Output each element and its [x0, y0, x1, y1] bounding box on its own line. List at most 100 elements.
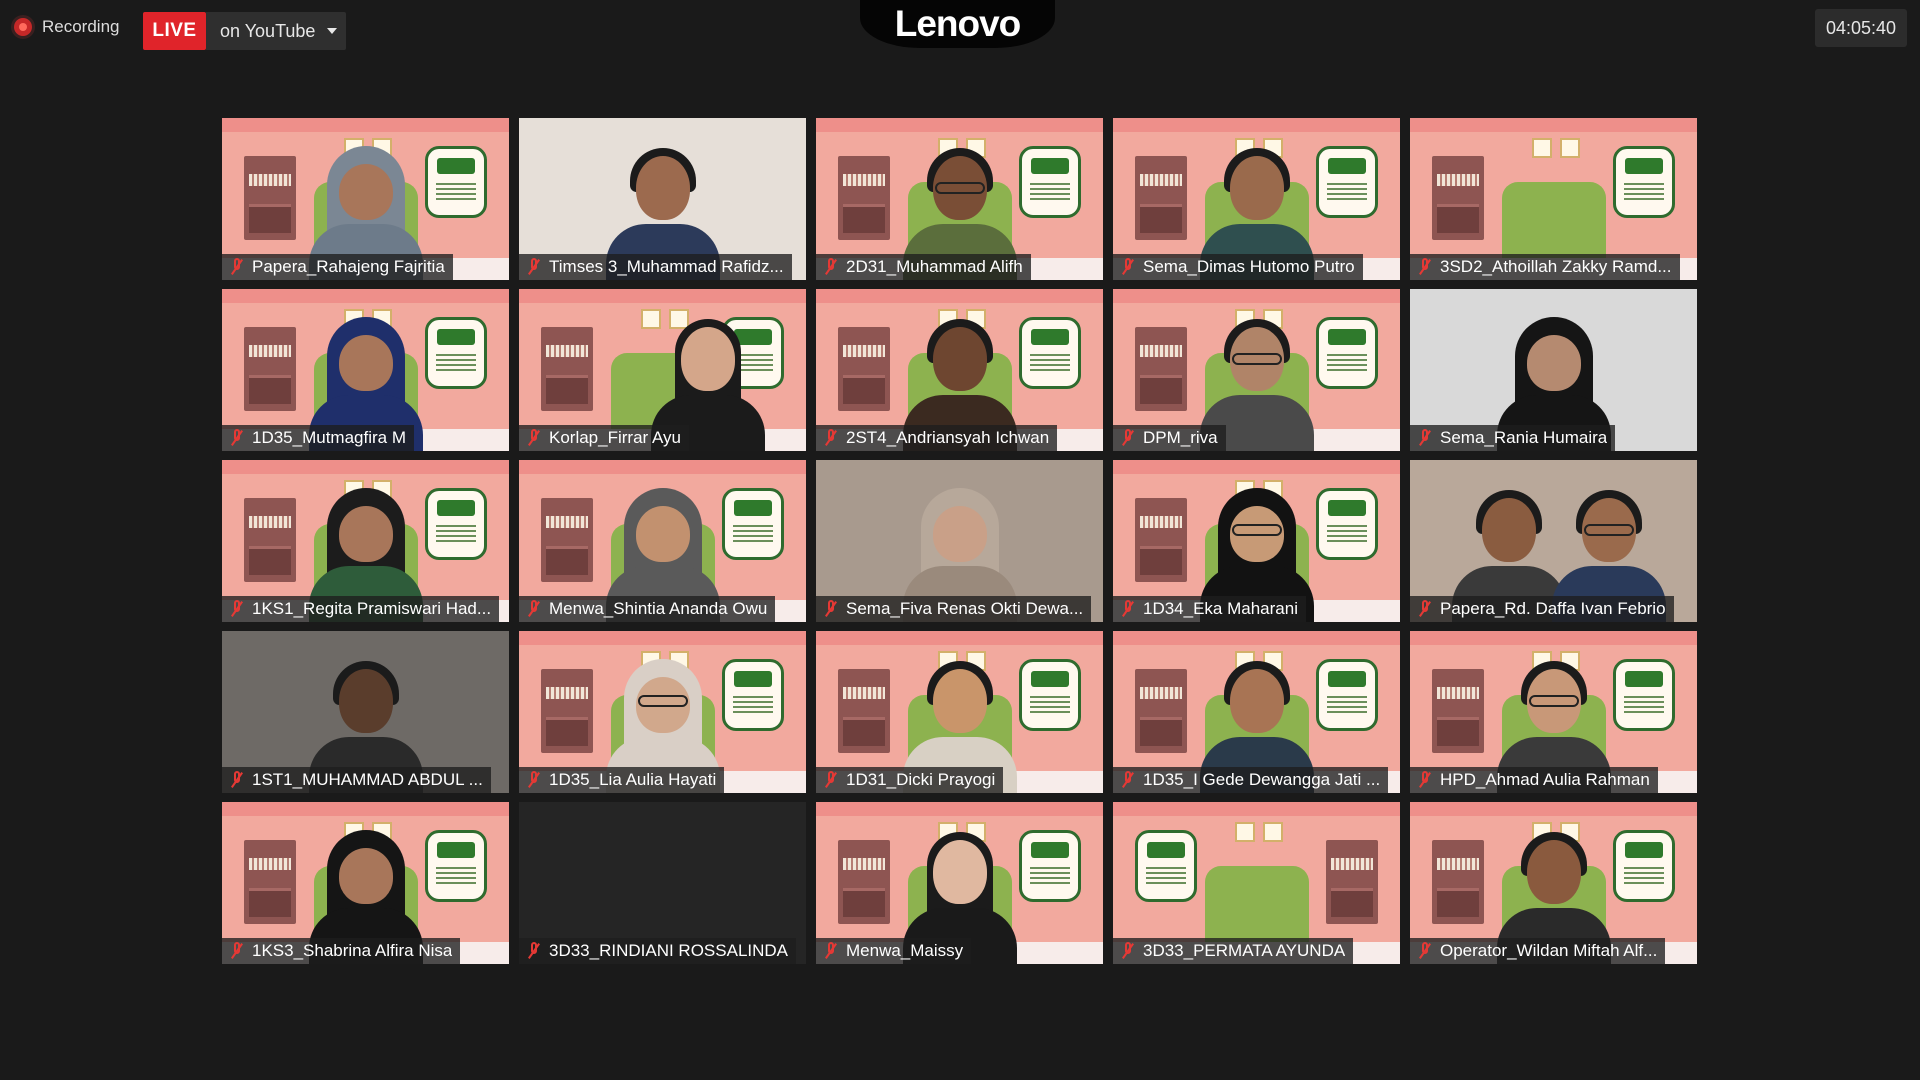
- participant-tile[interactable]: 3SD2_Athoillah Zakky Ramd...: [1410, 118, 1697, 280]
- participant-tile[interactable]: Korlap_Firrar Ayu: [519, 289, 806, 451]
- mic-muted-icon: [226, 427, 248, 449]
- virtual-background: [519, 460, 806, 474]
- participant-tile[interactable]: 3D33_RINDIANI ROSSALINDA: [519, 802, 806, 964]
- participant-tile[interactable]: 1KS1_Regita Pramiswari Had...: [222, 460, 509, 622]
- gallery-view: Papera_Rahajeng Fajritia Timses 3_Muhamm…: [222, 118, 1697, 964]
- recording-icon: [14, 18, 32, 36]
- meeting-top-bar: Recording LIVE on YouTube Lenovo 04:05:4…: [0, 0, 1920, 64]
- participant-name: 3D33_PERMATA AYUNDA: [1143, 941, 1346, 960]
- bookshelf-graphic: [1432, 840, 1484, 924]
- participant-name: 3SD2_Athoillah Zakky Ramd...: [1440, 257, 1672, 276]
- banner-graphic: [425, 830, 487, 902]
- participant-tile[interactable]: 1D35_Mutmagfira M: [222, 289, 509, 451]
- mic-muted-icon: [1117, 940, 1139, 962]
- participant-name: 1KS3_Shabrina Alfira Nisa: [252, 941, 453, 960]
- participant-name-plate: 1KS1_Regita Pramiswari Had...: [222, 596, 500, 622]
- bookshelf-graphic: [838, 156, 890, 240]
- participant-name-plate: Sema_Dimas Hutomo Putro: [1113, 254, 1363, 280]
- participant-name-plate: 3SD2_Athoillah Zakky Ramd...: [1410, 254, 1680, 280]
- participant-tile[interactable]: Papera_Rahajeng Fajritia: [222, 118, 509, 280]
- bookshelf-graphic: [838, 327, 890, 411]
- bookshelf-graphic: [244, 840, 296, 924]
- bookshelf-graphic: [1135, 327, 1187, 411]
- participant-name: 3D33_RINDIANI ROSSALINDA: [549, 941, 789, 960]
- bookshelf-graphic: [1432, 669, 1484, 753]
- bookshelf-graphic: [244, 327, 296, 411]
- participant-tile[interactable]: Timses 3_Muhammad Rafidz...: [519, 118, 806, 280]
- recording-indicator[interactable]: Recording: [14, 17, 120, 37]
- mic-muted-icon: [523, 598, 545, 620]
- mic-muted-icon: [523, 427, 545, 449]
- recording-label: Recording: [42, 17, 120, 36]
- banner-graphic: [1135, 830, 1197, 902]
- participant-tile[interactable]: 3D33_PERMATA AYUNDA: [1113, 802, 1400, 964]
- participant-tile[interactable]: Menwa_Shintia Ananda Owu: [519, 460, 806, 622]
- participant-tile[interactable]: 1D34_Eka Maharani: [1113, 460, 1400, 622]
- participant-name: HPD_Ahmad Aulia Rahman: [1440, 770, 1650, 789]
- virtual-background: [519, 631, 806, 645]
- participant-name: 2D31_Muhammad Alifh: [846, 257, 1023, 276]
- banner-graphic: [425, 488, 487, 560]
- virtual-background: [1410, 802, 1697, 816]
- mic-muted-icon: [820, 598, 842, 620]
- banner-graphic: [1613, 830, 1675, 902]
- live-stream-platform-label: on YouTube: [220, 20, 316, 41]
- mic-muted-icon: [820, 940, 842, 962]
- brand-logo: Lenovo: [860, 0, 1055, 48]
- participant-tile[interactable]: Sema_Dimas Hutomo Putro: [1113, 118, 1400, 280]
- banner-graphic: [425, 146, 487, 218]
- participant-name: DPM_riva: [1143, 428, 1218, 447]
- participant-tile[interactable]: 2ST4_Andriansyah Ichwan: [816, 289, 1103, 451]
- bookshelf-graphic: [838, 840, 890, 924]
- participant-name: 1D31_Dicki Prayogi: [846, 770, 996, 789]
- participant-tile[interactable]: Sema_Rania Humaira: [1410, 289, 1697, 451]
- participant-tile[interactable]: 1D31_Dicki Prayogi: [816, 631, 1103, 793]
- participant-name-plate: 2D31_Muhammad Alifh: [816, 254, 1031, 280]
- mic-muted-icon: [1117, 427, 1139, 449]
- participant-name: Sema_Rania Humaira: [1440, 428, 1608, 447]
- participant-name-plate: HPD_Ahmad Aulia Rahman: [1410, 767, 1658, 793]
- banner-graphic: [1019, 146, 1081, 218]
- virtual-background: [1113, 118, 1400, 132]
- mic-muted-icon: [523, 256, 545, 278]
- bookshelf-graphic: [541, 327, 593, 411]
- virtual-background: [222, 118, 509, 132]
- live-badge: LIVE: [143, 12, 206, 50]
- banner-graphic: [425, 317, 487, 389]
- virtual-background: [1410, 118, 1697, 132]
- bookshelf-graphic: [838, 669, 890, 753]
- participant-name-plate: 3D33_RINDIANI ROSSALINDA: [519, 938, 797, 964]
- banner-graphic: [1019, 659, 1081, 731]
- participant-name-plate: 1D35_Mutmagfira M: [222, 425, 415, 451]
- banner-graphic: [1316, 317, 1378, 389]
- live-stream-dropdown[interactable]: on YouTube: [206, 12, 346, 50]
- participant-name: Timses 3_Muhammad Rafidz...: [549, 257, 784, 276]
- participant-tile[interactable]: Papera_Rd. Daffa Ivan Febrio: [1410, 460, 1697, 622]
- virtual-background: [222, 460, 509, 474]
- participant-name-plate: Menwa_Maissy: [816, 938, 972, 964]
- participant-tile[interactable]: 1KS3_Shabrina Alfira Nisa: [222, 802, 509, 964]
- participant-name-plate: 1D34_Eka Maharani: [1113, 596, 1306, 622]
- participant-name: 1ST1_MUHAMMAD ABDUL ...: [252, 770, 483, 789]
- participant-name-plate: 1D31_Dicki Prayogi: [816, 767, 1004, 793]
- participant-tile[interactable]: DPM_riva: [1113, 289, 1400, 451]
- participant-tile[interactable]: 1D35_I Gede Dewangga Jati ...: [1113, 631, 1400, 793]
- participant-tile[interactable]: 1D35_Lia Aulia Hayati: [519, 631, 806, 793]
- banner-graphic: [1613, 659, 1675, 731]
- mic-muted-icon: [226, 256, 248, 278]
- participant-tile[interactable]: HPD_Ahmad Aulia Rahman: [1410, 631, 1697, 793]
- chevron-down-icon: [327, 28, 338, 34]
- participant-name: Menwa_Shintia Ananda Owu: [549, 599, 768, 618]
- bookshelf-graphic: [1432, 156, 1484, 240]
- banner-graphic: [1316, 659, 1378, 731]
- mic-muted-icon: [226, 598, 248, 620]
- participant-tile[interactable]: 2D31_Muhammad Alifh: [816, 118, 1103, 280]
- participant-tile[interactable]: Operator_Wildan Miftah Alf...: [1410, 802, 1697, 964]
- mic-muted-icon: [820, 769, 842, 791]
- participant-tile[interactable]: 1ST1_MUHAMMAD ABDUL ...: [222, 631, 509, 793]
- virtual-background: [1113, 289, 1400, 303]
- banner-graphic: [1019, 830, 1081, 902]
- participant-tile[interactable]: Menwa_Maissy: [816, 802, 1103, 964]
- participant-name-plate: 3D33_PERMATA AYUNDA: [1113, 938, 1354, 964]
- participant-tile[interactable]: Sema_Fiva Renas Okti Dewa...: [816, 460, 1103, 622]
